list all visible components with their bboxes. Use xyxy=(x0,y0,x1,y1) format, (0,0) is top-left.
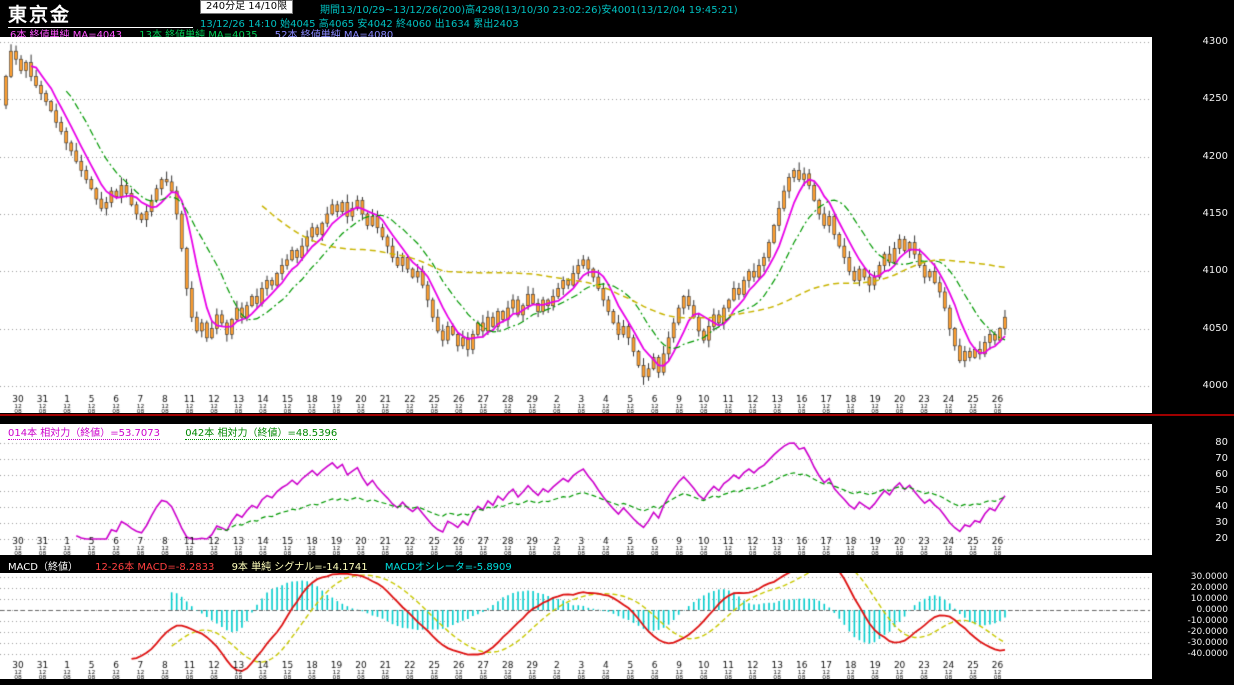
axis-tick-label: 20.0000 xyxy=(1190,583,1228,593)
axis-tick-label: 60 xyxy=(1215,469,1228,480)
instrument-title: 東京金 xyxy=(8,0,193,28)
price-panel xyxy=(0,37,1152,413)
macd-title: MACD（終値） xyxy=(8,562,78,573)
rsi-chart-canvas[interactable] xyxy=(0,437,1152,555)
rsi-header: 014本 相対力（終値）=53.7073 042本 相対力（終値）=48.539… xyxy=(8,424,359,440)
axis-tick-label: 80 xyxy=(1215,437,1228,448)
rsi-panel: 014本 相対力（終値）=53.7073 042本 相対力（終値）=48.539… xyxy=(0,424,1152,555)
chart-application: 東京金 240分足 14/10限 期間13/10/29~13/12/26(200… xyxy=(0,0,1234,685)
axis-tick-label: 0.0000 xyxy=(1196,605,1229,615)
axis-tick-label: -40.0000 xyxy=(1187,649,1228,659)
axis-tick-label: 4150 xyxy=(1202,208,1228,219)
period-stats-text: 期間13/10/29~13/12/26(200)高4298(13/10/30 2… xyxy=(320,5,738,16)
axis-tick-label: 4200 xyxy=(1202,151,1228,162)
axis-tick-label: 4000 xyxy=(1202,380,1228,391)
axis-tick-label: -30.0000 xyxy=(1187,638,1228,648)
macd-header: MACD（終値） 12-26本 MACD=-8.2833 9本 単純 シグナル=… xyxy=(8,558,526,574)
chart-header: 東京金 240分足 14/10限 期間13/10/29~13/12/26(200… xyxy=(0,0,1234,42)
axis-tick-label: 30.0000 xyxy=(1190,572,1228,582)
panel-separator-line xyxy=(0,414,1234,416)
axis-tick-label: 4050 xyxy=(1202,323,1228,334)
axis-tick-label: 40 xyxy=(1215,501,1228,512)
candlestick-chart-canvas[interactable] xyxy=(0,37,1152,413)
macd-panel xyxy=(0,573,1152,679)
axis-tick-label: 20 xyxy=(1215,533,1228,544)
timeframe-contract-box[interactable]: 240分足 14/10限 xyxy=(200,0,294,14)
axis-tick-label: 50 xyxy=(1215,485,1228,496)
axis-tick-label: -10.0000 xyxy=(1187,616,1228,626)
axis-tick-label: 30 xyxy=(1215,517,1228,528)
axis-tick-label: 4250 xyxy=(1202,93,1228,104)
macd-chart-canvas[interactable] xyxy=(0,573,1152,679)
axis-tick-label: 10.0000 xyxy=(1190,594,1228,604)
axis-tick-label: 4100 xyxy=(1202,265,1228,276)
axis-tick-label: 4300 xyxy=(1202,36,1228,47)
axis-tick-label: 70 xyxy=(1215,453,1228,464)
axis-tick-label: -20.0000 xyxy=(1187,627,1228,637)
